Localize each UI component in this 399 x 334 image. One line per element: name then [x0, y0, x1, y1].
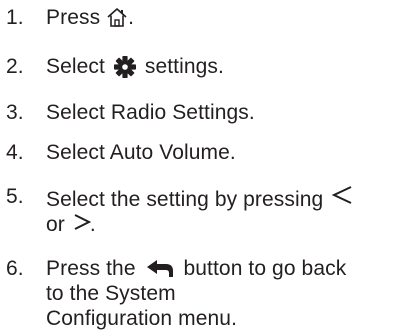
back-arrow-icon — [145, 259, 175, 279]
step-text-before: Select the setting by pressing — [46, 188, 324, 211]
step-text: Select settings. — [46, 54, 391, 79]
step-text-line1-after: button to go back — [183, 257, 347, 280]
chevron-right-icon — [73, 213, 91, 231]
step-text-continuation: or . — [46, 212, 391, 237]
step-number: 2. — [6, 55, 24, 78]
step-text-before: Press — [46, 6, 101, 29]
step-text: Select the setting by pressing — [46, 184, 391, 212]
chevron-left-icon — [331, 184, 353, 206]
home-icon — [106, 7, 128, 29]
step-number: 3. — [6, 101, 24, 124]
step-text-line2: to the System — [46, 282, 176, 305]
step-text-line3: Configuration menu. — [46, 307, 238, 330]
step-text: Press . — [46, 5, 391, 30]
step-text: Select Radio Settings. — [46, 101, 255, 124]
step-text-before: Press the — [46, 257, 136, 280]
step-number: 4. — [6, 141, 24, 164]
step-text: Select Auto Volume. — [46, 141, 236, 164]
step-text: Press the button to go back — [46, 256, 391, 281]
step-number: 1. — [6, 6, 24, 29]
gear-icon — [113, 56, 136, 79]
instruction-steps: 1. Press . 2. Select settings. 3. Select… — [0, 0, 399, 334]
step-number: 5. — [6, 185, 24, 208]
step-text-after: . — [89, 213, 96, 236]
step-text-after: settings. — [144, 55, 224, 78]
step-text-middle: or — [46, 213, 65, 236]
step-text-before: Select — [46, 55, 105, 78]
step-number: 6. — [6, 257, 24, 280]
step-text-after: . — [128, 6, 135, 29]
